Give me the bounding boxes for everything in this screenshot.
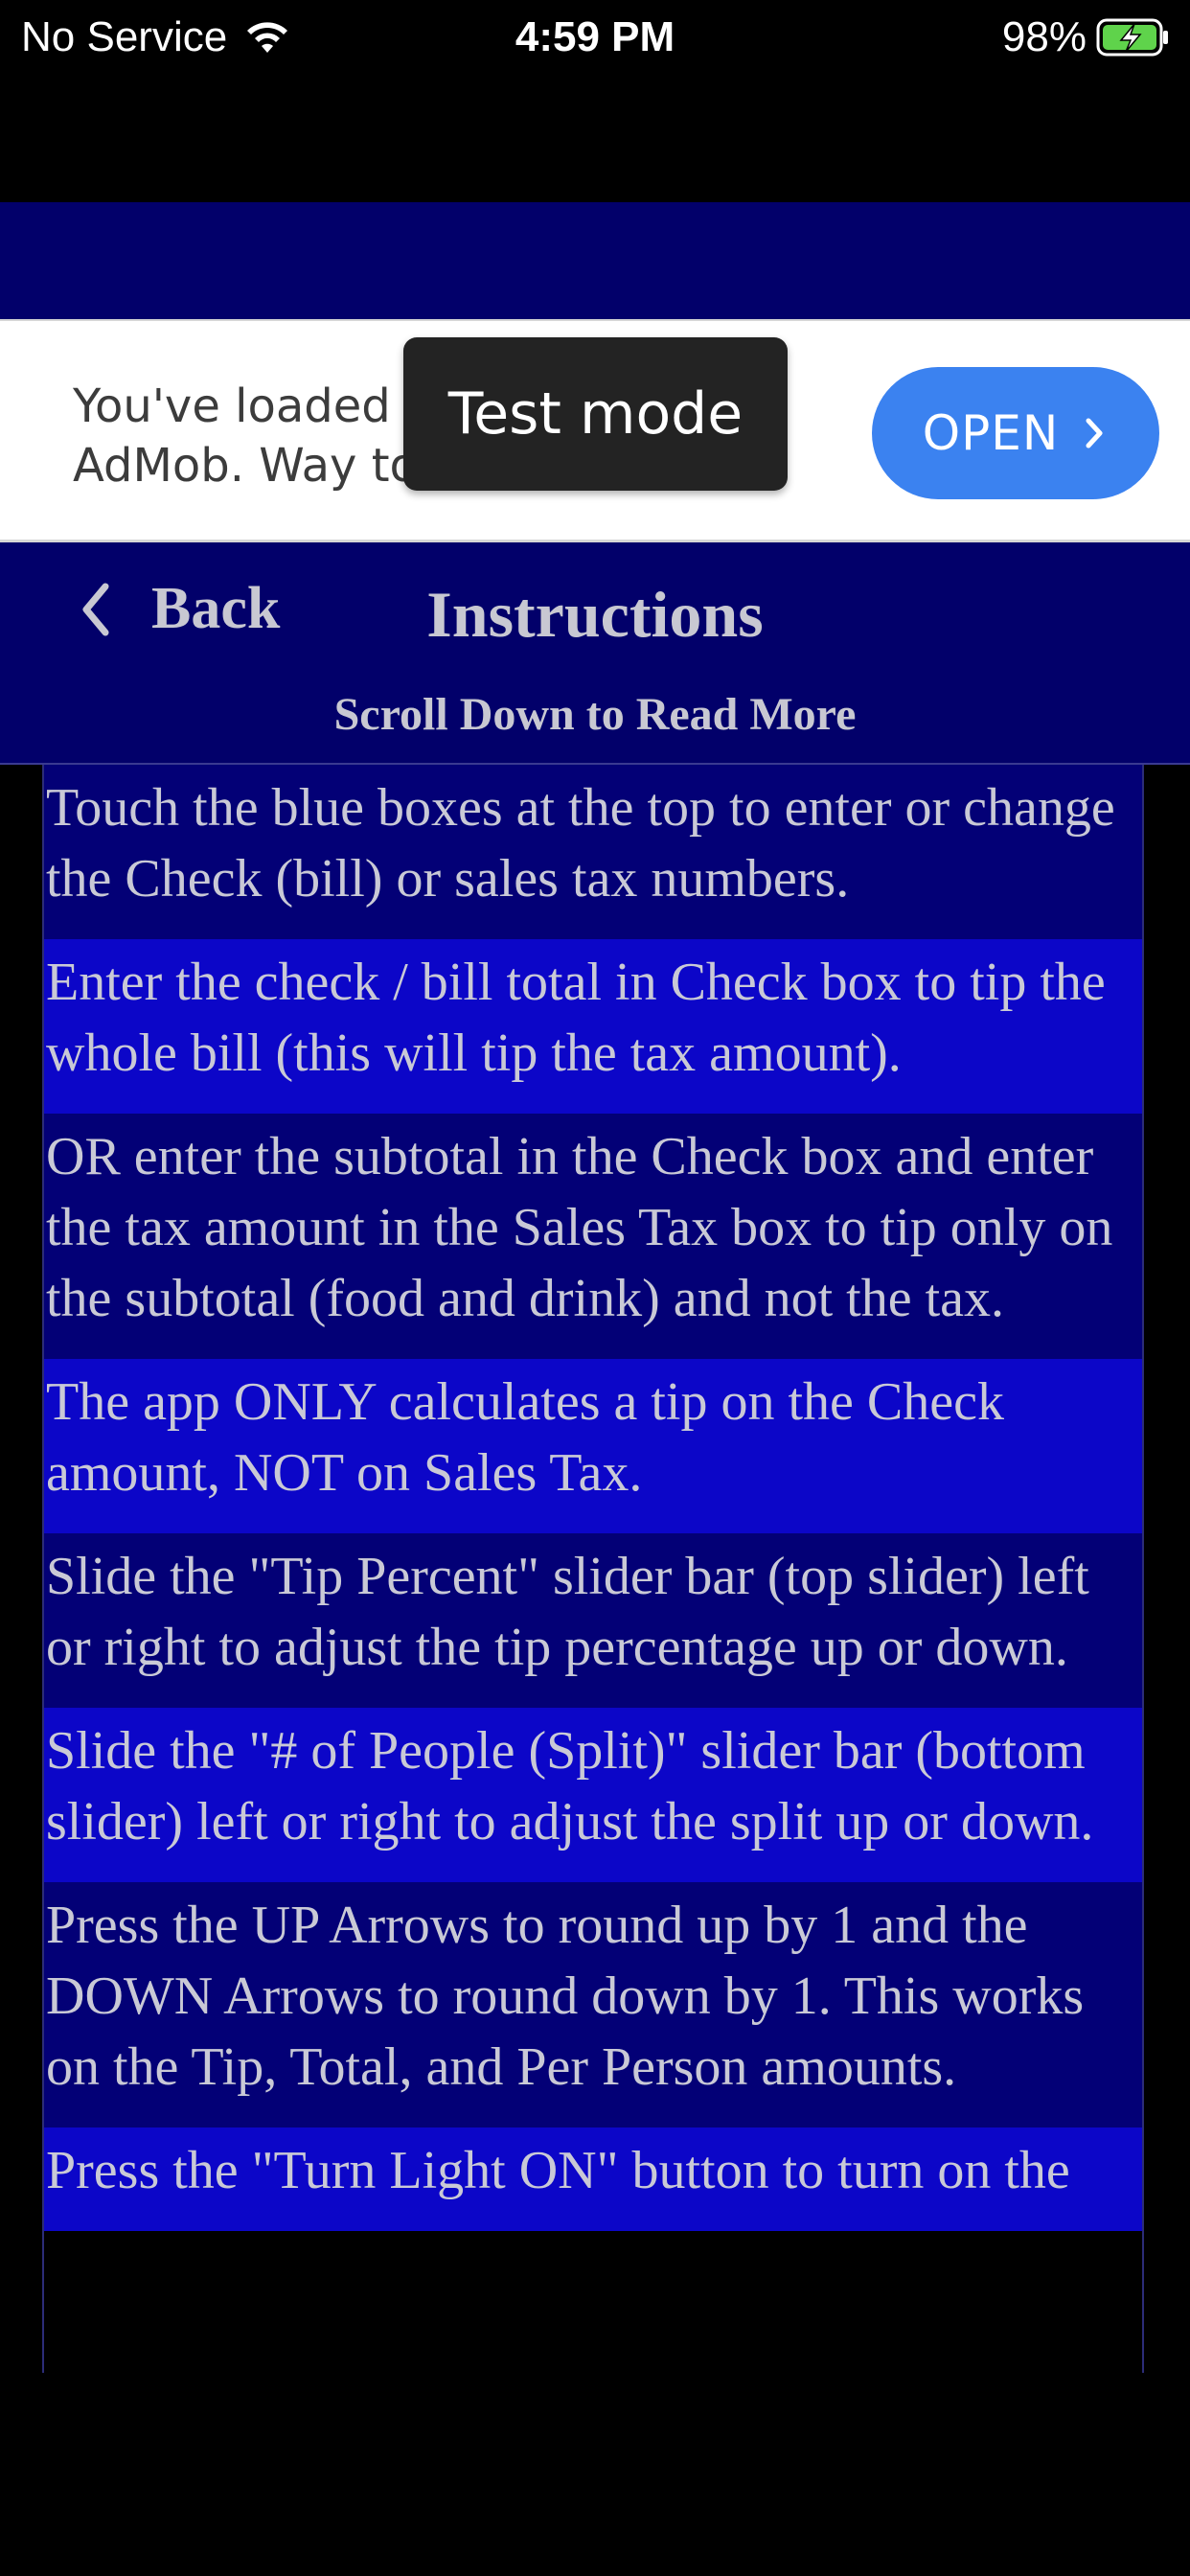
instruction-item: Press the UP Arrows to round up by 1 and… [44,1882,1142,2128]
battery-charging-icon [1096,18,1168,57]
page-title: Instructions [426,578,764,651]
instruction-item: The app ONLY calculates a tip on the Che… [44,1359,1142,1533]
instruction-item: Slide the "Tip Percent" slider bar (top … [44,1533,1142,1708]
header: Back Instructions Scroll Down to Read Mo… [0,542,1190,765]
battery-status: 98% [1002,13,1171,61]
bottom-area [0,2373,1190,2576]
test-mode-badge: Test mode [403,337,788,491]
ad-open-button[interactable]: OPEN [872,367,1159,499]
status-bar: No Service 4:59 PM 98% [0,0,1190,80]
chevron-right-icon [1086,418,1103,448]
battery-percent: 98% [1001,13,1087,60]
instruction-item: Slide the "# of People (Split)" slider b… [44,1708,1142,1882]
instruction-item: Touch the blue boxes at the top to enter… [44,765,1142,939]
ad-open-label: OPEN [922,405,1060,461]
instruction-item: Press the "Turn Light ON" button to turn… [44,2128,1142,2231]
scroll-hint: Scroll Down to Read More [333,689,857,740]
instructions-list[interactable]: Touch the blue boxes at the top to enter… [42,765,1144,2373]
instruction-item: Enter the check / bill total in Check bo… [44,939,1142,1114]
top-spacer [0,80,1190,202]
instruction-item: OR enter the subtotal in the Check box a… [44,1114,1142,1359]
nav-strip [0,202,1190,319]
